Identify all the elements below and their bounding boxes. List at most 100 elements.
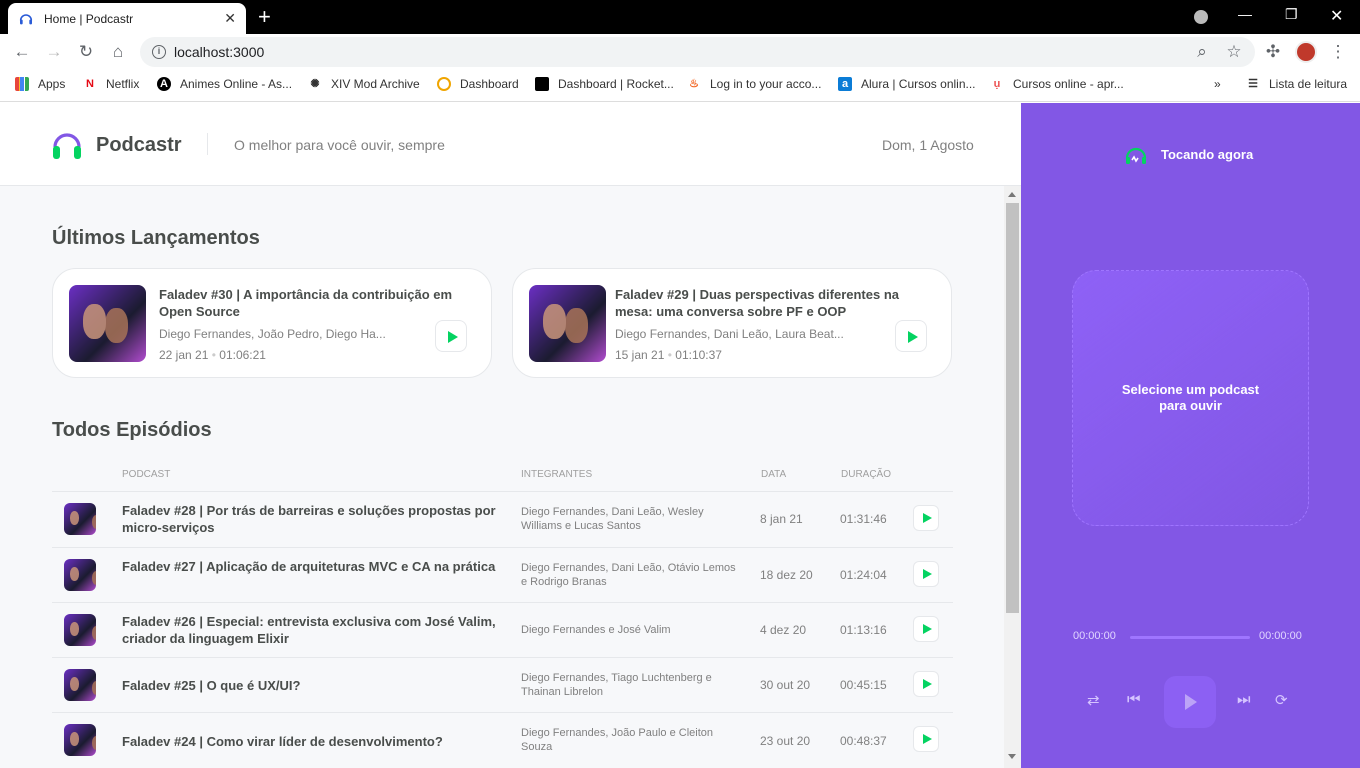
- flame-icon: ♨: [689, 78, 699, 90]
- back-icon[interactable]: ←: [12, 42, 32, 62]
- dashboard-icon: [437, 77, 451, 91]
- home-icon[interactable]: ⌂: [108, 42, 128, 62]
- scroll-up-icon[interactable]: [1008, 192, 1016, 197]
- episode-title[interactable]: Faladev #30 | A importância da contribui…: [159, 286, 479, 320]
- column-podcast: Podcast: [122, 469, 171, 480]
- minimize-icon[interactable]: —: [1238, 6, 1252, 22]
- empty-player-text: Selecione um podcast para ouvir: [1121, 382, 1260, 413]
- header-divider: [207, 133, 208, 155]
- scroll-down-icon[interactable]: [1008, 754, 1016, 759]
- headphones-logo-icon: [53, 133, 81, 159]
- latest-episode-card[interactable]: Faladev #29 | Duas perspectivas diferent…: [512, 268, 952, 378]
- netflix-icon: N: [86, 78, 94, 90]
- bookmark-netflix[interactable]: N Netflix: [83, 77, 139, 91]
- episode-title[interactable]: Faladev #28 | Por trás de barreiras e so…: [122, 502, 497, 536]
- episode-duration: 01:24:04: [840, 568, 887, 582]
- bookmark-dashboard[interactable]: Dashboard: [437, 77, 519, 91]
- main-scrollbar[interactable]: [1004, 186, 1021, 768]
- shuffle-icon[interactable]: ⇄: [1087, 691, 1100, 709]
- restore-icon[interactable]: ❐: [1285, 6, 1298, 23]
- episode-members: Diego Fernandes e José Valim: [521, 624, 671, 636]
- player-title: Tocando agora: [1161, 147, 1254, 162]
- total-time: 00:00:00: [1259, 630, 1302, 642]
- episode-date: 30 out 20: [760, 678, 811, 692]
- episode-title[interactable]: Faladev #26 | Especial: entrevista exclu…: [122, 613, 497, 647]
- play-episode-button[interactable]: [435, 320, 467, 352]
- empty-player-placeholder: Selecione um podcast para ouvir: [1072, 270, 1309, 526]
- bookmark-rocket[interactable]: Dashboard | Rocket...: [535, 77, 674, 91]
- tagline: O melhor para você ouvir, sempre: [234, 137, 445, 153]
- episode-title[interactable]: Faladev #29 | Duas perspectivas diferent…: [615, 286, 935, 320]
- episode-date: 22 jan 21: [159, 348, 209, 362]
- episode-duration: 01:10:37: [675, 348, 722, 362]
- episode-title[interactable]: Faladev #25 | O que é UX/UI?: [122, 677, 497, 694]
- url-text: localhost:3000: [174, 44, 265, 60]
- play-episode-button[interactable]: [913, 561, 939, 587]
- episode-title[interactable]: Faladev #27 | Aplicação de arquiteturas …: [122, 558, 497, 575]
- close-window-icon[interactable]: ✕: [1330, 6, 1343, 26]
- forward-icon[interactable]: →: [44, 42, 64, 62]
- bookmark-apps[interactable]: Apps: [15, 77, 65, 91]
- bookmark-animes[interactable]: A Animes Online - As...: [157, 77, 292, 91]
- player-panel: Tocando agora Selecione um podcast para …: [1021, 103, 1360, 768]
- latest-releases-title: Últimos Lançamentos: [52, 227, 260, 249]
- new-tab-button[interactable]: +: [258, 6, 271, 28]
- reload-icon[interactable]: ↻: [76, 42, 96, 62]
- bookmark-login[interactable]: ♨ Log in to your acco...: [687, 77, 821, 91]
- episode-thumbnail: [64, 724, 96, 756]
- more-bookmarks-icon[interactable]: »: [1214, 77, 1221, 91]
- all-episodes-title: Todos Episódios: [52, 419, 212, 441]
- play-episode-button[interactable]: [913, 726, 939, 752]
- episode-date: 15 jan 21: [615, 348, 665, 362]
- episode-date: 23 out 20: [760, 734, 811, 748]
- zoom-icon[interactable]: ⌕: [1192, 42, 1212, 62]
- episode-members: Diego Fernandes, Dani Leão, Wesley Willi…: [521, 506, 704, 532]
- table-row: Faladev #26 | Especial: entrevista exclu…: [52, 602, 953, 657]
- bookmark-xiv[interactable]: ✺ XIV Mod Archive: [308, 77, 419, 91]
- bookmarks-bar: Apps N Netflix A Animes Online - As... ✺ XI…: [0, 70, 1360, 102]
- reading-list[interactable]: ☰ Lista de leitura: [1246, 77, 1347, 91]
- progress-bar[interactable]: [1130, 636, 1250, 639]
- browser-tab-bar: Home | Podcastr ✕ + — ❐ ✕: [0, 0, 1360, 34]
- previous-icon[interactable]: ⏮: [1127, 691, 1141, 708]
- episode-duration: 00:48:37: [840, 734, 887, 748]
- xiv-icon: ✺: [310, 78, 320, 90]
- next-icon[interactable]: ⏭: [1237, 691, 1251, 708]
- play-episode-button[interactable]: [913, 671, 939, 697]
- udemy-icon: ụ: [993, 78, 1001, 90]
- episode-thumbnail: [64, 669, 96, 701]
- episode-thumbnail: [64, 614, 96, 646]
- close-tab-icon[interactable]: ✕: [224, 10, 236, 27]
- episode-members: Diego Fernandes, Dani Leão, Otávio Lemos…: [521, 562, 736, 588]
- episode-date: 8 jan 21: [760, 512, 803, 526]
- site-info-icon[interactable]: i: [152, 45, 166, 59]
- episode-members: Diego Fernandes, João Paulo e Cleiton So…: [521, 727, 714, 753]
- playing-now-icon: [1125, 147, 1147, 164]
- browser-tab[interactable]: Home | Podcastr ✕: [8, 3, 246, 34]
- extensions-icon[interactable]: ✣: [1263, 42, 1283, 62]
- alura-icon: a: [838, 77, 852, 91]
- bookmark-cursos[interactable]: ụ Cursos online - apr...: [990, 77, 1124, 91]
- column-members: Integrantes: [521, 469, 593, 480]
- reading-list-icon: ☰: [1248, 78, 1258, 90]
- play-episode-button[interactable]: [913, 505, 939, 531]
- episode-meta: 22 jan 21 • 01:06:21: [159, 348, 266, 362]
- address-bar[interactable]: i localhost:3000: [140, 37, 1255, 67]
- play-episode-button[interactable]: [913, 616, 939, 642]
- play-button[interactable]: [1164, 676, 1216, 728]
- column-date: Data: [761, 469, 787, 480]
- play-episode-button[interactable]: [895, 320, 927, 352]
- bookmark-alura[interactable]: a Alura | Cursos onlin...: [838, 77, 976, 91]
- menu-icon[interactable]: ⋮: [1328, 42, 1348, 62]
- tab-search-icon[interactable]: [1194, 10, 1208, 24]
- episode-duration: 01:31:46: [840, 512, 887, 526]
- bookmark-star-icon[interactable]: ☆: [1224, 42, 1244, 62]
- latest-episode-card[interactable]: Faladev #30 | A importância da contribui…: [52, 268, 492, 378]
- headphones-favicon-icon: [19, 13, 33, 24]
- app-header: Podcastr O melhor para você ouvir, sempr…: [0, 103, 1021, 186]
- main-content: Últimos Lançamentos Faladev #30 | A impo…: [0, 186, 1004, 768]
- episode-title[interactable]: Faladev #24 | Como virar líder de desenv…: [122, 733, 497, 750]
- scrollbar-thumb[interactable]: [1006, 203, 1019, 613]
- profile-avatar[interactable]: [1295, 41, 1317, 63]
- repeat-icon[interactable]: ⟳: [1275, 691, 1288, 709]
